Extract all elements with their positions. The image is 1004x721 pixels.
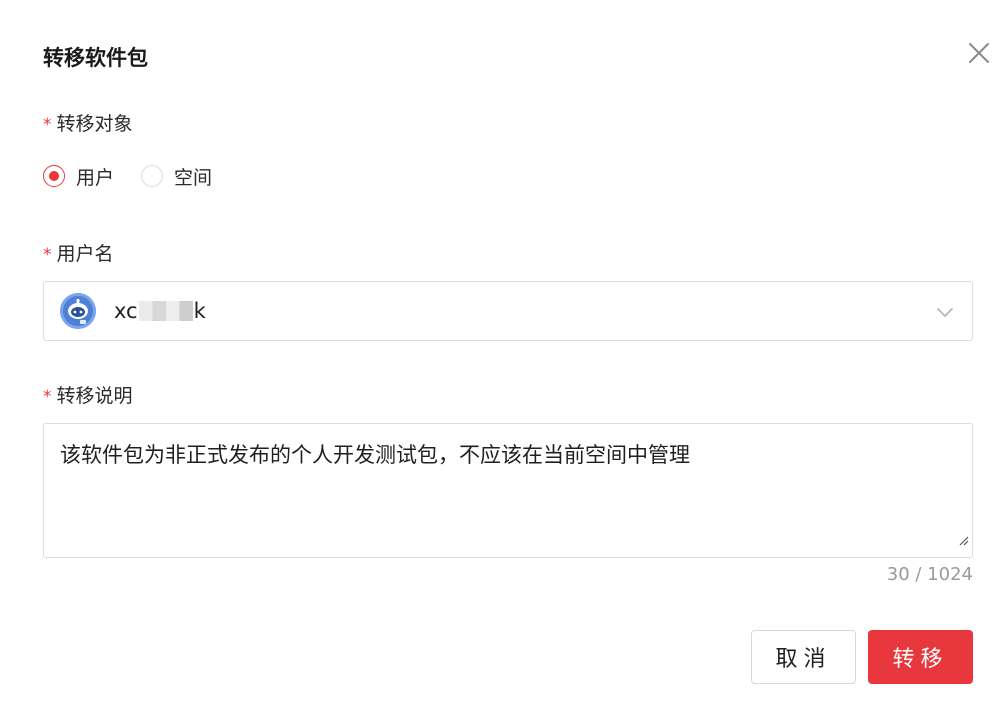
required-mark: * [43, 115, 52, 135]
redacted-mosaic [138, 301, 193, 321]
description-text[interactable]: 该软件包为非正式发布的个人开发测试包，不应该在当前空间中管理 [60, 443, 690, 467]
required-mark: * [43, 387, 52, 407]
transfer-package-dialog: 转移软件包 * 转移对象 用户 空间 * 用户名 xc k * 转移说明 该软件… [0, 0, 1004, 721]
description-textarea[interactable]: 该软件包为非正式发布的个人开发测试包，不应该在当前空间中管理 [43, 423, 973, 558]
username-value-suffix: k [193, 299, 206, 323]
radio-user-label[interactable]: 用户 [76, 163, 114, 190]
description-label: 转移说明 [56, 385, 133, 407]
close-icon[interactable] [964, 38, 994, 68]
target-label: 转移对象 [56, 113, 133, 135]
resize-handle-icon[interactable] [959, 524, 969, 554]
transfer-button[interactable]: 转移 [868, 630, 973, 684]
username-value: xc k [114, 299, 206, 323]
radio-user[interactable]: 用户 [43, 163, 114, 190]
description-field-label: * 转移说明 [43, 383, 133, 409]
radio-checked-icon[interactable] [43, 165, 65, 187]
character-counter: 30 / 1024 [886, 564, 973, 585]
chevron-down-icon[interactable] [936, 304, 954, 323]
username-select[interactable]: xc k [43, 281, 973, 341]
radio-space[interactable]: 空间 [141, 163, 212, 190]
cancel-button[interactable]: 取消 [751, 630, 856, 684]
robot-avatar-icon [60, 293, 96, 329]
username-label: 用户名 [56, 243, 114, 265]
radio-unchecked-icon[interactable] [141, 165, 164, 187]
username-field-label: * 用户名 [43, 241, 114, 267]
target-field-label: * 转移对象 [43, 111, 133, 137]
username-value-prefix: xc [114, 299, 138, 323]
dialog-title: 转移软件包 [43, 46, 148, 70]
radio-space-label[interactable]: 空间 [174, 163, 212, 190]
target-radio-group: 用户 空间 [43, 163, 239, 189]
required-mark: * [43, 245, 52, 265]
